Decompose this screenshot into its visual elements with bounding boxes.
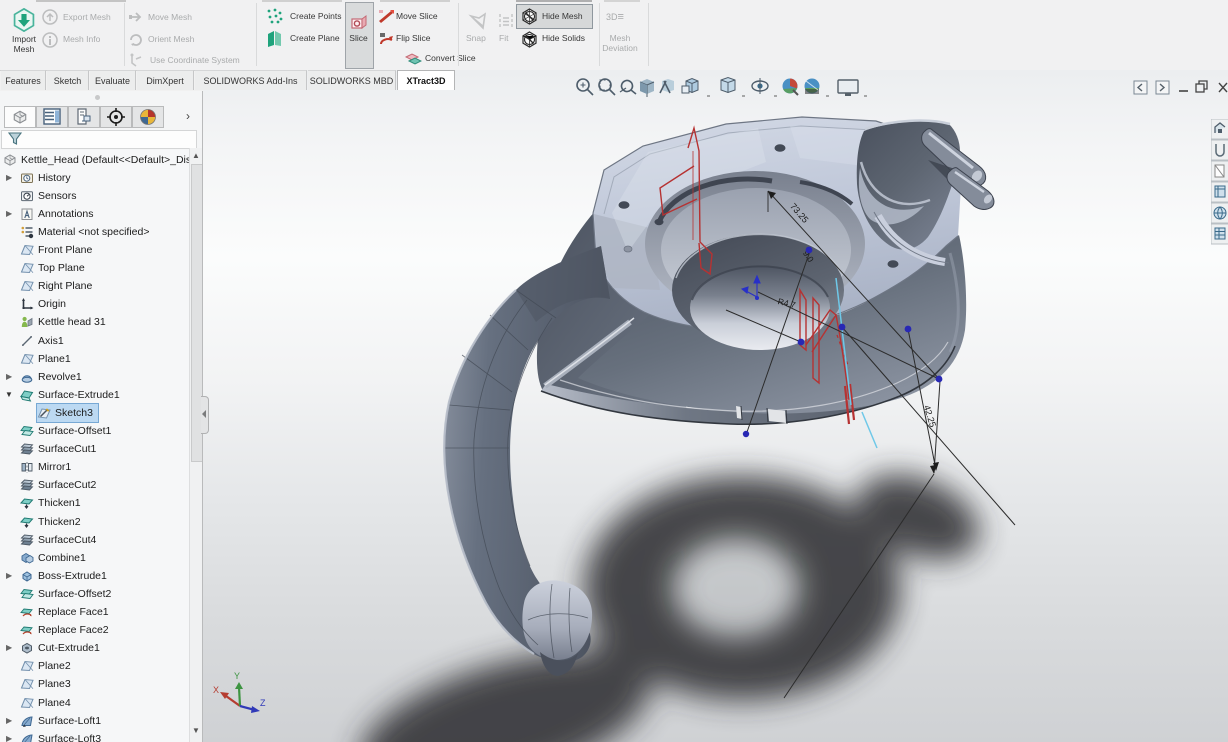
svg-text:42.25: 42.25 [922, 404, 938, 428]
svg-text:Y: Y [234, 671, 240, 681]
svg-text:Z: Z [260, 698, 266, 708]
svg-text:X: X [213, 685, 219, 695]
